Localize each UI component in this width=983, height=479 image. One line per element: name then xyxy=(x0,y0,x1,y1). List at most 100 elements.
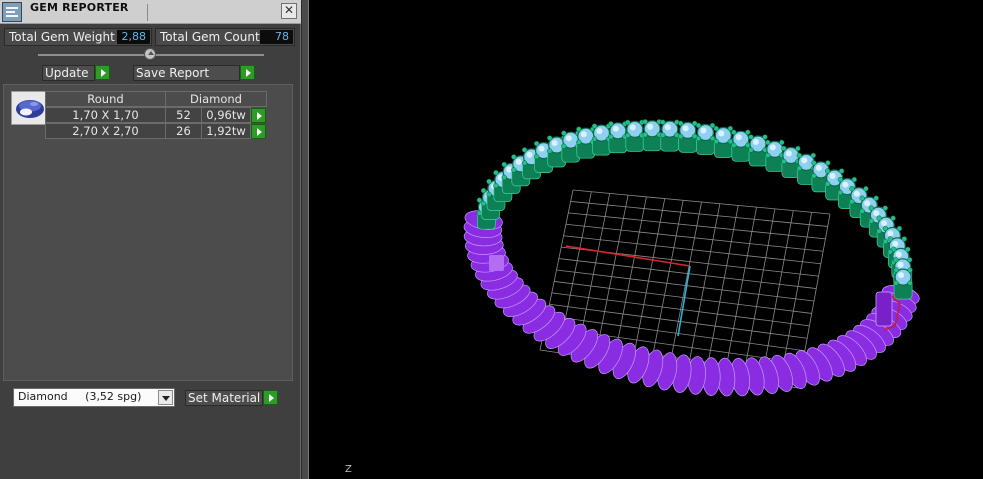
stone-highlight xyxy=(815,164,822,171)
prong xyxy=(521,160,528,166)
prong xyxy=(837,176,843,183)
3d-viewport[interactable]: Z xyxy=(310,0,983,479)
stone-highlight xyxy=(895,251,902,258)
prong xyxy=(511,167,517,173)
prong xyxy=(893,280,899,286)
prong xyxy=(501,161,507,168)
prong xyxy=(493,183,499,189)
save-report-label: Save Report xyxy=(136,66,210,80)
prong xyxy=(748,134,754,140)
title-separator xyxy=(147,4,148,21)
prong xyxy=(765,139,771,146)
band-end-cap xyxy=(875,291,893,327)
prong xyxy=(876,215,882,221)
prong xyxy=(824,168,831,174)
prong xyxy=(811,173,817,179)
prong xyxy=(905,246,911,253)
chevron-down-icon[interactable] xyxy=(158,390,173,405)
prong xyxy=(896,225,903,232)
prong xyxy=(868,218,874,224)
stone-highlight xyxy=(612,125,619,132)
prong xyxy=(713,138,719,145)
stone-highlight xyxy=(801,157,808,164)
stone-highlight xyxy=(853,190,860,197)
stone-highlight xyxy=(897,261,904,268)
total-gem-weight-label: Total Gem Weight xyxy=(9,30,115,44)
material-select-value: Diamond (3,52 spg) xyxy=(18,390,142,403)
total-gem-count-label: Total Gem Count xyxy=(160,30,260,44)
stone-highlight xyxy=(596,128,603,135)
prong xyxy=(695,122,702,129)
band-left-cap xyxy=(489,255,504,271)
set-material-button[interactable]: Set Material xyxy=(185,390,263,406)
stone-highlight xyxy=(629,124,636,131)
prong xyxy=(678,133,684,140)
prong xyxy=(608,134,614,140)
close-button[interactable]: ✕ xyxy=(281,3,297,19)
prong xyxy=(781,158,787,165)
save-report-go-icon[interactable] xyxy=(240,65,255,80)
prong xyxy=(678,120,684,127)
prong xyxy=(868,205,874,211)
prong xyxy=(591,136,598,142)
update-label: Update xyxy=(45,66,89,80)
prong xyxy=(890,215,896,221)
prong xyxy=(810,152,816,159)
prong xyxy=(907,257,913,263)
prong xyxy=(907,267,913,273)
save-report-button[interactable]: Save Report xyxy=(133,65,240,81)
prong xyxy=(511,154,517,160)
stone-highlight xyxy=(580,131,587,138)
update-go-icon[interactable] xyxy=(95,65,110,80)
round-gem-thumbnail[interactable] xyxy=(11,91,47,125)
prong xyxy=(873,195,879,201)
prong xyxy=(713,125,719,132)
size-slider-thumb[interactable] xyxy=(144,48,156,60)
stone-highlight xyxy=(735,134,742,141)
prong xyxy=(745,129,751,135)
close-icon: ✕ xyxy=(283,3,295,17)
gem-reporter-panel: GEM REPORTER ✕ Total Gem Weight 2,88 Tot… xyxy=(0,0,301,479)
material-select[interactable]: Diamond (3,52 spg) xyxy=(13,388,175,407)
ring-model-render xyxy=(463,119,920,397)
prong xyxy=(838,168,845,174)
panel-splitter[interactable] xyxy=(301,0,309,479)
stone-highlight xyxy=(526,151,533,158)
prong xyxy=(480,200,487,207)
prong xyxy=(501,174,507,181)
prong xyxy=(796,165,802,172)
x-axis-line xyxy=(565,245,691,267)
prong xyxy=(576,126,582,132)
total-gem-weight-value: 2,88 xyxy=(117,30,150,44)
prong xyxy=(625,119,631,126)
grid-line xyxy=(723,207,757,378)
prong xyxy=(825,160,831,166)
prong xyxy=(660,119,666,125)
gem-size: 1,70 X 1,70 xyxy=(45,107,166,123)
prong xyxy=(893,257,899,263)
update-button[interactable]: Update xyxy=(42,65,95,81)
gem-weight: 1,92tw xyxy=(201,123,251,139)
prong xyxy=(727,125,733,132)
row-go-icon[interactable] xyxy=(251,108,266,123)
prong xyxy=(781,145,787,152)
prong xyxy=(608,121,614,127)
row-go-icon[interactable] xyxy=(251,124,266,139)
prong xyxy=(591,123,598,129)
prong xyxy=(476,210,483,216)
gem-list: Round Diamond 1,70 X 1,70 52 0,96tw 2,70… xyxy=(3,84,293,381)
set-material-label: Set Material xyxy=(188,391,261,405)
prong xyxy=(796,152,802,159)
prong xyxy=(811,160,817,166)
grid-line xyxy=(742,208,776,380)
stone-highlight xyxy=(753,139,759,145)
stone-highlight xyxy=(700,127,707,134)
y-axis-line xyxy=(677,265,691,337)
gem-weight: 0,96tw xyxy=(201,107,251,123)
set-material-go-icon[interactable] xyxy=(263,390,278,405)
window-title: GEM REPORTER xyxy=(30,1,129,14)
prong xyxy=(561,130,567,136)
prong xyxy=(561,143,567,149)
stone-highlight xyxy=(718,130,725,137)
title-bar: GEM REPORTER ✕ xyxy=(0,0,301,24)
